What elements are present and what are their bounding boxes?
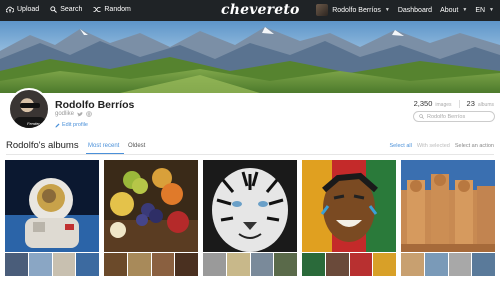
globe-icon[interactable] bbox=[86, 111, 92, 117]
with-selected-button[interactable]: With selected bbox=[417, 143, 450, 149]
thumbnail[interactable] bbox=[424, 253, 448, 276]
list-actions: Select all With selected Select an actio… bbox=[390, 143, 494, 149]
thumbnail[interactable] bbox=[151, 253, 175, 276]
twitter-icon[interactable] bbox=[77, 111, 84, 117]
search-button[interactable]: Search bbox=[50, 6, 82, 13]
images-label: images bbox=[435, 102, 452, 108]
thumbnail[interactable] bbox=[226, 253, 250, 276]
thumbnail[interactable] bbox=[5, 253, 28, 276]
dashboard-link[interactable]: Dashboard bbox=[398, 7, 432, 14]
thumbnail[interactable] bbox=[28, 253, 52, 276]
thumbnail[interactable] bbox=[52, 253, 76, 276]
profile-search-input[interactable]: Rodolfo Berríos bbox=[413, 111, 495, 122]
album-cover-image[interactable] bbox=[104, 160, 198, 252]
thumbnail[interactable] bbox=[325, 253, 349, 276]
thumbnail[interactable] bbox=[76, 253, 99, 276]
album-thumbnails bbox=[401, 253, 495, 276]
album-card[interactable] bbox=[203, 160, 297, 276]
upload-button[interactable]: Upload bbox=[6, 6, 39, 13]
pencil-icon bbox=[55, 123, 60, 127]
select-action-dropdown[interactable]: Select an action bbox=[455, 143, 494, 149]
fender-logo: Fender bbox=[27, 121, 40, 126]
chevron-down-icon: ▼ bbox=[462, 7, 468, 13]
album-card[interactable] bbox=[401, 160, 495, 276]
upload-label: Upload bbox=[17, 6, 40, 13]
tab-most-recent[interactable]: Most recent bbox=[88, 143, 119, 149]
about-label: About bbox=[440, 6, 459, 14]
thumbnail[interactable] bbox=[448, 253, 472, 276]
albums-count[interactable]: 23 bbox=[467, 99, 475, 108]
thumbnail[interactable] bbox=[203, 253, 226, 276]
thumbnail[interactable] bbox=[302, 253, 325, 276]
divider bbox=[6, 154, 494, 155]
thumbnail[interactable] bbox=[472, 253, 495, 276]
search-icon bbox=[50, 6, 58, 13]
tab-oldest[interactable]: Oldest bbox=[128, 143, 145, 149]
album-card[interactable] bbox=[104, 160, 198, 276]
album-thumbnails bbox=[203, 253, 297, 276]
profile-handle: godlike bbox=[55, 111, 75, 117]
about-menu[interactable]: About ▼ bbox=[440, 7, 467, 14]
select-all-button[interactable]: Select all bbox=[390, 143, 412, 149]
album-thumbnails bbox=[104, 253, 198, 276]
album-card[interactable] bbox=[302, 160, 396, 276]
album-cover-image[interactable] bbox=[5, 160, 99, 252]
album-thumbnails bbox=[302, 253, 396, 276]
albums-label: albums bbox=[477, 102, 494, 108]
user-menu[interactable]: Rodolfo Berríos ▼ bbox=[316, 4, 390, 16]
random-label: Random bbox=[104, 6, 131, 13]
profile-name: Rodolfo Berríos bbox=[55, 99, 135, 111]
thumbnail[interactable] bbox=[127, 253, 151, 276]
site-logo[interactable]: chevereto bbox=[221, 2, 300, 18]
chevron-down-icon: ▼ bbox=[489, 7, 494, 13]
search-icon bbox=[419, 114, 424, 119]
album-cover-image[interactable] bbox=[302, 160, 396, 252]
shuffle-icon bbox=[93, 7, 101, 12]
cloud-upload-icon bbox=[6, 6, 14, 13]
album-cover-image[interactable] bbox=[401, 160, 495, 252]
user-avatar bbox=[316, 4, 329, 16]
thumbnail[interactable] bbox=[373, 253, 396, 276]
album-card[interactable] bbox=[5, 160, 99, 276]
thumbnail[interactable] bbox=[175, 253, 198, 276]
top-navbar: Upload Search Random chevereto Rodolfo B… bbox=[0, 0, 500, 21]
edit-profile-link[interactable]: Edit profile bbox=[55, 122, 88, 128]
chevron-down-icon: ▼ bbox=[384, 7, 390, 13]
language-menu[interactable]: EN ▼ bbox=[475, 7, 494, 14]
edit-profile-label: Edit profile bbox=[62, 122, 88, 128]
albums-heading: Rodolfo's albums bbox=[6, 140, 79, 151]
thumbnail[interactable] bbox=[104, 253, 127, 276]
search-label: Search bbox=[60, 6, 83, 13]
random-button[interactable]: Random bbox=[93, 6, 131, 13]
thumbnail[interactable] bbox=[349, 253, 373, 276]
thumbnail[interactable] bbox=[274, 253, 297, 276]
language-label: EN bbox=[475, 6, 486, 14]
images-count[interactable]: 2,350 bbox=[414, 99, 433, 108]
profile-stats: 2,350 images 23 albums bbox=[414, 99, 494, 108]
thumbnail[interactable] bbox=[401, 253, 424, 276]
search-placeholder: Rodolfo Berríos bbox=[427, 113, 466, 120]
album-thumbnails bbox=[5, 253, 99, 276]
thumbnail[interactable] bbox=[250, 253, 274, 276]
profile-handle-row: godlike bbox=[55, 111, 92, 117]
user-name: Rodolfo Berríos bbox=[332, 6, 381, 14]
album-cover-image[interactable] bbox=[203, 160, 297, 252]
profile-avatar[interactable]: Fender bbox=[8, 88, 50, 130]
profile-cover-image bbox=[0, 21, 500, 93]
